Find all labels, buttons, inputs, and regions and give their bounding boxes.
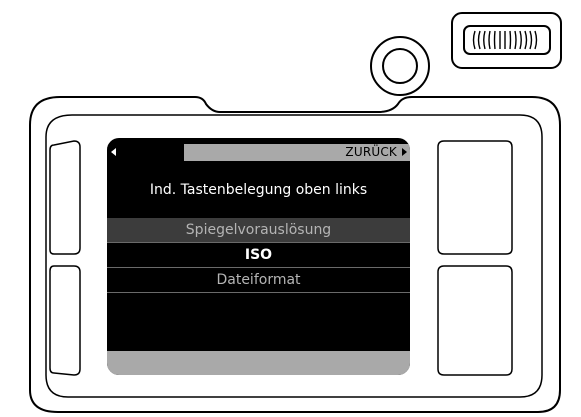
page-title: Ind. Tastenbelegung oben links — [149, 182, 368, 198]
triangle-left-icon — [111, 148, 116, 156]
left-lower-side-button — [49, 265, 81, 376]
right-upper-side-button — [437, 140, 513, 255]
bottom-bar — [107, 351, 410, 375]
camera-illustration: ZURÜCK Ind. Tastenbelegung oben links Sp… — [0, 0, 581, 417]
display-screen: ZURÜCK Ind. Tastenbelegung oben links Sp… — [107, 138, 410, 375]
right-lower-side-button — [437, 265, 513, 376]
menu-item-iso[interactable]: ISO — [107, 243, 410, 268]
menu-item-spiegelvorauslosung[interactable]: Spiegelvorauslösung — [107, 218, 410, 243]
triangle-right-icon — [402, 148, 407, 156]
back-nav-area[interactable] — [107, 144, 184, 161]
menu-item-dateiformat[interactable]: Dateiformat — [107, 268, 410, 293]
menu-list: Spiegelvorauslösung ISO Dateiformat — [107, 218, 410, 293]
top-navigation-bar: ZURÜCK — [107, 144, 410, 161]
left-upper-side-button — [49, 140, 81, 255]
back-button[interactable]: ZURÜCK — [345, 144, 397, 161]
